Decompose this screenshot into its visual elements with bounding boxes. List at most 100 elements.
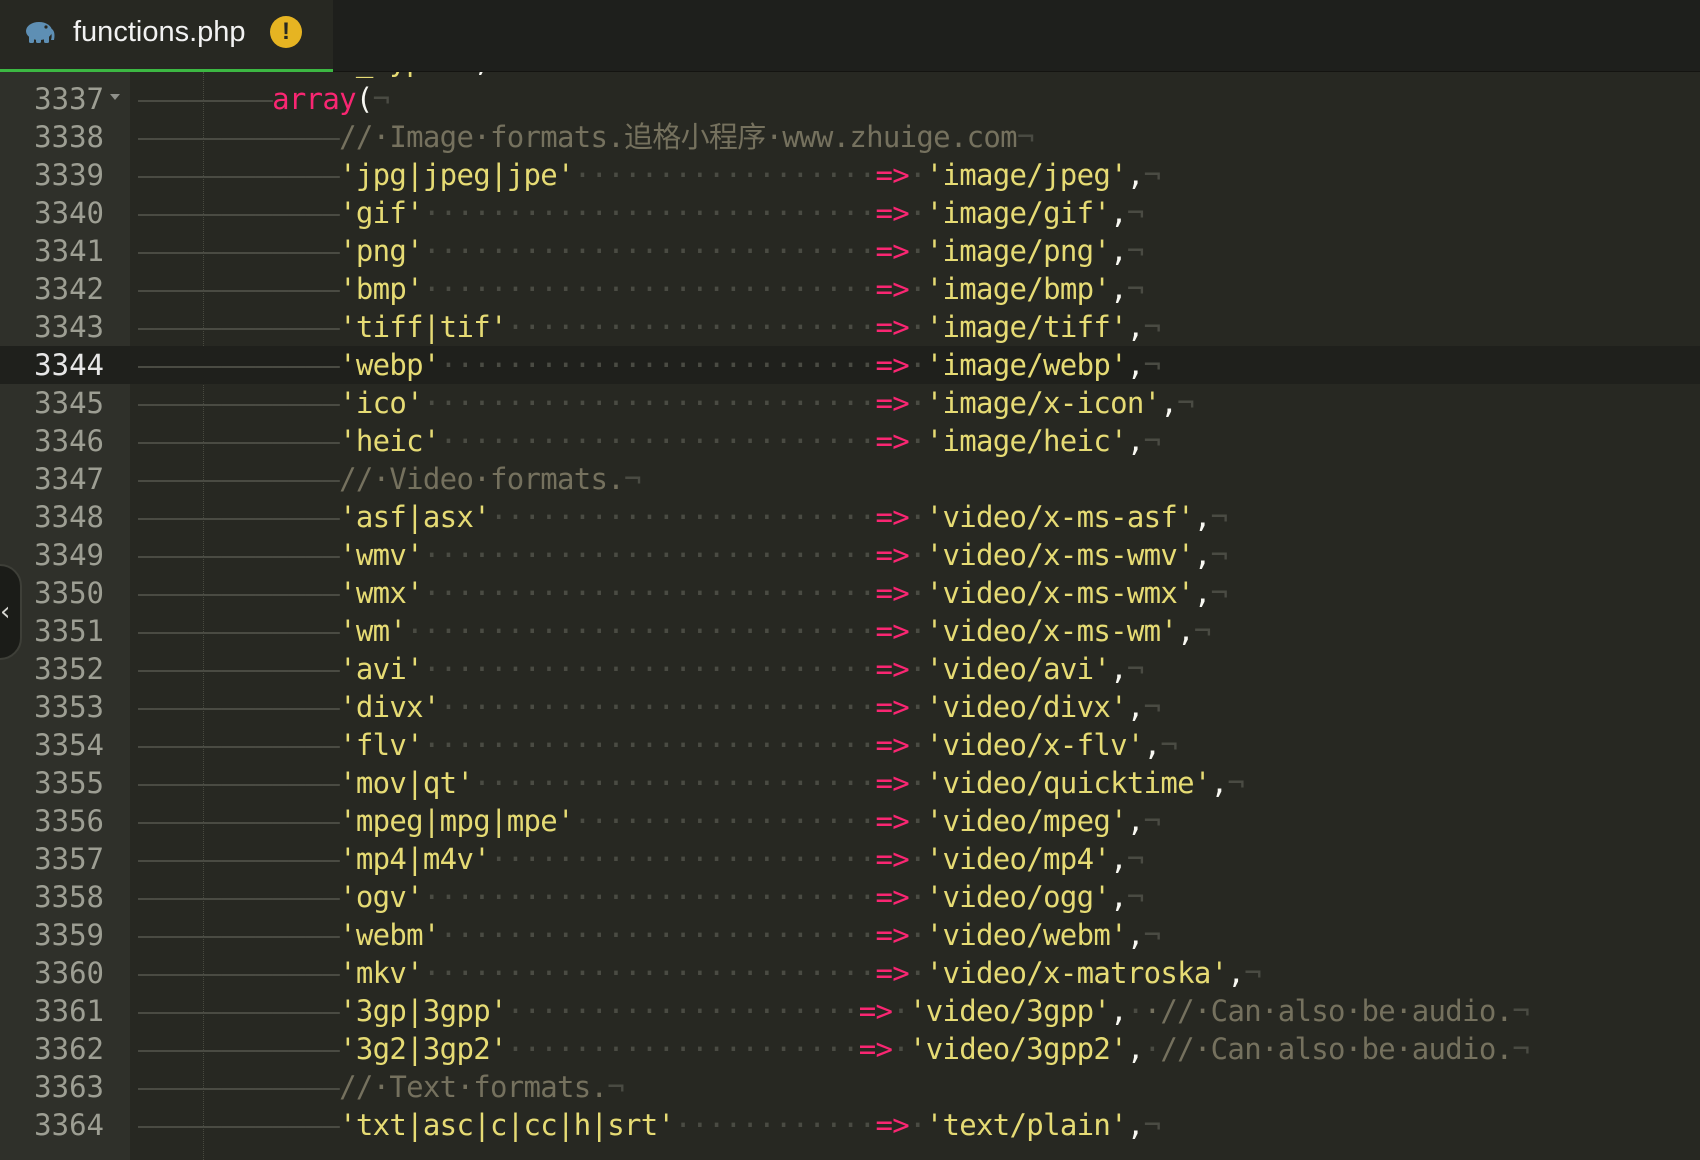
code-line[interactable]: 3356 ————————————'mpeg|mpg|mpe'··········… (0, 802, 1700, 840)
token-op: => (858, 1032, 893, 1066)
token-ws: ¬ (1143, 690, 1161, 724)
code-line[interactable]: 3336 ————————'mime_types',¬ (0, 72, 1700, 80)
token-str: 'wm' (339, 614, 407, 648)
token-punc: , (1126, 804, 1144, 838)
code-line[interactable]: 3338 ————————————//·Image·formats.追格小程序·w… (0, 118, 1700, 156)
token-ws: ———————————— (138, 272, 340, 306)
token-ws: ———————————— (138, 766, 340, 800)
token-punc: , (1227, 956, 1245, 990)
code-area[interactable]: 3336————————'mime_types',¬3337————————ar… (0, 72, 1700, 1144)
code-line[interactable]: 3346 ————————————'heic'··················… (0, 422, 1700, 460)
token-ws: · (1126, 994, 1144, 1028)
code-line[interactable]: 3355 ————————————'mov|qt'················… (0, 764, 1700, 802)
token-punc: , (1126, 424, 1144, 458)
line-number: 3353 (34, 690, 104, 724)
token-ws: ———————————— (138, 500, 340, 534)
token-str: 'gif' (339, 196, 424, 230)
code-line[interactable]: 3342 ————————————'bmp'···················… (0, 270, 1700, 308)
token-ws: · (908, 158, 926, 192)
token-ws: ·················· (573, 158, 876, 192)
token-str: '3g2|3gp2' (339, 1032, 507, 1066)
code-line[interactable]: 3340 ————————————'gif'···················… (0, 194, 1700, 232)
code-text: ————————————'webp'······················… (138, 346, 1161, 384)
code-line[interactable]: 3357 ————————————'mp4|m4v'···············… (0, 840, 1700, 878)
fold-arrow-icon[interactable] (110, 94, 120, 100)
token-ws: ———————————— (138, 690, 340, 724)
token-ws: ———————————— (138, 614, 340, 648)
code-text: ————————————'wmx'·······················… (138, 574, 1228, 612)
code-text: ————————————'avi'·······················… (138, 650, 1144, 688)
code-text: ————————————'bmp'·······················… (138, 270, 1144, 308)
code-line[interactable]: 3354 ————————————'flv'···················… (0, 726, 1700, 764)
token-str: 'image/heic' (925, 424, 1128, 458)
token-ws: ———————————— (138, 1032, 340, 1066)
line-number: 3364 (34, 1108, 104, 1142)
token-ws: ———————————— (138, 880, 340, 914)
tab-functions-php[interactable]: functions.php ! (0, 0, 333, 72)
token-ws: ¬ (1143, 804, 1161, 838)
code-line[interactable]: 3350 ————————————'wmx'···················… (0, 574, 1700, 612)
code-line[interactable]: 3337 ————————array(¬ (0, 80, 1700, 118)
token-ws: ———————————— (138, 462, 340, 496)
code-line[interactable]: 3363 ————————————//·Text·formats.¬ (0, 1068, 1700, 1106)
line-number: 3349 (34, 538, 104, 572)
sidebar-toggle-button[interactable]: ‹ (0, 564, 22, 660)
token-ws: ·························· (439, 918, 876, 952)
token-ws: ¬ (1143, 158, 1161, 192)
line-number: 3363 (34, 1070, 104, 1104)
token-str: 'mime_types' (272, 72, 474, 78)
code-line[interactable]: 3341 ————————————'png'···················… (0, 232, 1700, 270)
code-line[interactable]: 3352 ————————————'avi'···················… (0, 650, 1700, 688)
token-str: 'webm' (339, 918, 440, 952)
code-line[interactable]: 3362 ————————————'3g2|3gp2'··············… (0, 1030, 1700, 1068)
code-line[interactable]: 3343 ————————————'tiff|tif'··············… (0, 308, 1700, 346)
code-line[interactable]: 3344 ————————————'webp'··················… (0, 346, 1700, 384)
code-line[interactable]: 3358 ————————————'ogv'···················… (0, 878, 1700, 916)
code-line[interactable]: 3359 ————————————'webm'··················… (0, 916, 1700, 954)
token-ws: ———————————— (138, 424, 340, 458)
code-line[interactable]: 3351 ————————————'wm'····················… (0, 612, 1700, 650)
code-line[interactable]: 3339 ————————————'jpg|jpeg|jpe'··········… (0, 156, 1700, 194)
token-cmt: //·Video·formats. (339, 462, 625, 496)
token-ws: ———————————— (138, 576, 340, 610)
code-line[interactable]: 3347 ————————————//·Video·formats.¬ (0, 460, 1700, 498)
token-op: => (875, 918, 909, 952)
token-str: 'txt|asc|c|cc|h|srt' (339, 1108, 675, 1142)
token-ws: ¬ (1244, 956, 1261, 990)
code-text: ————————————'webm'······················… (138, 916, 1161, 954)
token-punc: , (1126, 310, 1144, 344)
code-text: ————————————'mkv'·······················… (138, 954, 1262, 992)
token-str: 'video/x-matroska' (925, 956, 1228, 990)
token-op: => (875, 804, 909, 838)
code-line[interactable]: 3361 ————————————'3gp|3gpp'··············… (0, 992, 1700, 1030)
token-str: 'heic' (339, 424, 440, 458)
token-ws: ¬ (1143, 1108, 1161, 1142)
code-line[interactable]: 3364 ————————————'txt|asc|c|cc|h|srt'····… (0, 1106, 1700, 1144)
code-text: ————————————'wm'························… (138, 612, 1211, 650)
token-ws: ———————————— (138, 728, 340, 762)
code-line[interactable]: 3360 ————————————'mkv'···················… (0, 954, 1700, 992)
token-ws: ¬ (372, 82, 390, 116)
token-ws: · (908, 918, 926, 952)
line-number: 3346 (34, 424, 104, 458)
tab-bar: functions.php ! (0, 0, 1700, 72)
code-line[interactable]: 3345 ————————————'ico'···················… (0, 384, 1700, 422)
code-line[interactable]: 3348 ————————————'asf|asx'···············… (0, 498, 1700, 536)
warning-icon[interactable]: ! (270, 16, 302, 48)
token-ws: · (908, 386, 926, 420)
token-ws: ··························· (422, 386, 876, 420)
token-str: 'image/gif' (925, 196, 1111, 230)
token-punc: , (1110, 234, 1127, 268)
code-line[interactable]: 3353 ————————————'divx'··················… (0, 688, 1700, 726)
line-number: 3357 (34, 842, 104, 876)
line-number: 3347 (34, 462, 104, 496)
token-ws: ¬ (1143, 424, 1161, 458)
code-line[interactable]: 3349 ————————————'wmv'···················… (0, 536, 1700, 574)
code-editor[interactable]: 3336————————'mime_types',¬3337————————ar… (0, 72, 1700, 1160)
line-number: 3339 (34, 158, 104, 192)
code-text: ————————————'mov|qt'····················… (138, 764, 1245, 802)
token-punc: , (1160, 386, 1178, 420)
token-ws: ¬ (607, 1070, 625, 1104)
token-ws: ¬ (1512, 1032, 1530, 1066)
token-ws: ¬ (1210, 538, 1228, 572)
